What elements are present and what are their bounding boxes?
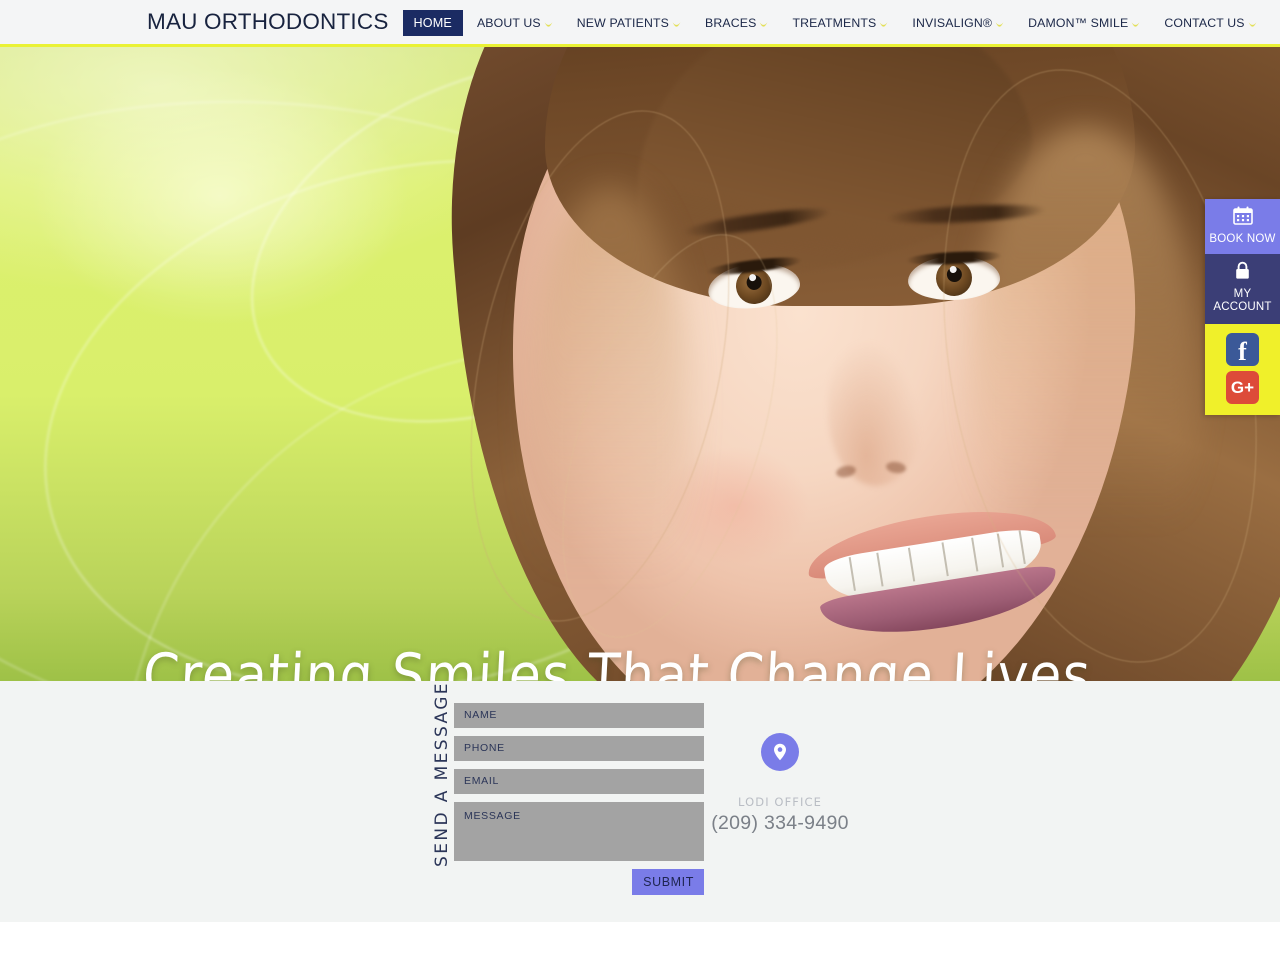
submit-button[interactable]: SUBMIT [632,869,704,895]
facebook-icon[interactable]: f [1226,333,1259,367]
contact-info: LODI OFFICE (209) 334-9490 [690,733,870,835]
nav-item-label: DAMON™ SMILE [1028,15,1129,30]
nav-item-treatments[interactable]: TREATMENTS [780,17,900,29]
my-account-label-line1: MY [1233,287,1252,300]
contact-form: SEND A MESSAGE SUBMIT [424,681,704,895]
chevron-down-icon [1131,20,1140,29]
header-accent-bar [0,44,1280,47]
nav-item-label: TREATMENTS [792,15,877,30]
facebook-glyph: f [1238,336,1247,366]
chevron-down-icon [544,20,553,29]
nav-item-home[interactable]: HOME [402,9,463,37]
nav-item-label: BRACES [705,15,757,30]
google-plus-glyph: G+ [1230,378,1255,398]
book-now-button[interactable]: BOOK NOW [1205,199,1280,254]
chevron-down-icon [995,20,1004,29]
nav-item-label: ABOUT US [476,15,541,30]
hero-portrait-photo [330,46,1280,681]
form-fields: SUBMIT [454,703,704,895]
send-a-message-label: SEND A MESSAGE [432,681,452,867]
main-navigation: HOME ABOUT US NEW PATIENTS BRACES TREATMENTS… [402,9,1269,37]
calendar-icon [1208,206,1277,230]
lock-icon [1208,261,1277,285]
contact-section: SEND A MESSAGE SUBMIT LODI OFFICE (209) … [0,681,1280,922]
side-action-panel: BOOK NOW MY ACCOUNT f G+ [1205,199,1280,416]
nav-item-label: INVISALIGN® [912,15,993,30]
nav-item-contact-us[interactable]: CONTACT US [1152,17,1268,29]
site-brand[interactable]: MAU ORTHODONTICS [147,11,389,34]
hero-tagline: Creating Smiles That Change Lives [141,642,1093,681]
office-label: LODI OFFICE [737,795,823,809]
nav-item-new-patients[interactable]: NEW PATIENTS [565,17,693,29]
nav-item-damon-smile[interactable]: DAMON™ SMILE [1016,17,1152,29]
chevron-down-icon [672,20,681,29]
chevron-down-icon [759,20,768,29]
chevron-down-icon [1248,20,1257,29]
my-account-button[interactable]: MY ACCOUNT [1205,253,1280,325]
google-plus-icon[interactable]: G+ [1226,371,1259,405]
page-footer [0,922,1280,960]
book-now-label: BOOK NOW [1209,232,1276,245]
nav-item-braces[interactable]: BRACES [693,17,780,29]
social-links: f G+ [1205,324,1280,416]
nav-item-label: CONTACT US [1164,15,1245,30]
name-input[interactable] [454,703,704,728]
chevron-down-icon [879,20,888,29]
email-input[interactable] [454,769,704,794]
map-pin-icon[interactable] [761,733,799,771]
nav-item-invisalign[interactable]: INVISALIGN® [900,17,1016,29]
hero-banner: Creating Smiles That Change Lives [0,46,1280,681]
nav-item-label: HOME [413,15,452,30]
message-input[interactable] [454,802,704,861]
phone-input[interactable] [454,736,704,761]
my-account-label-line2: ACCOUNT [1213,300,1272,313]
nav-item-about-us[interactable]: ABOUT US [465,17,565,29]
nav-item-label: NEW PATIENTS [576,15,669,30]
office-phone[interactable]: (209) 334-9490 [690,812,870,835]
nose [828,336,924,486]
site-header: MAU ORTHODONTICS HOME ABOUT US NEW PATIENT… [0,0,1280,46]
